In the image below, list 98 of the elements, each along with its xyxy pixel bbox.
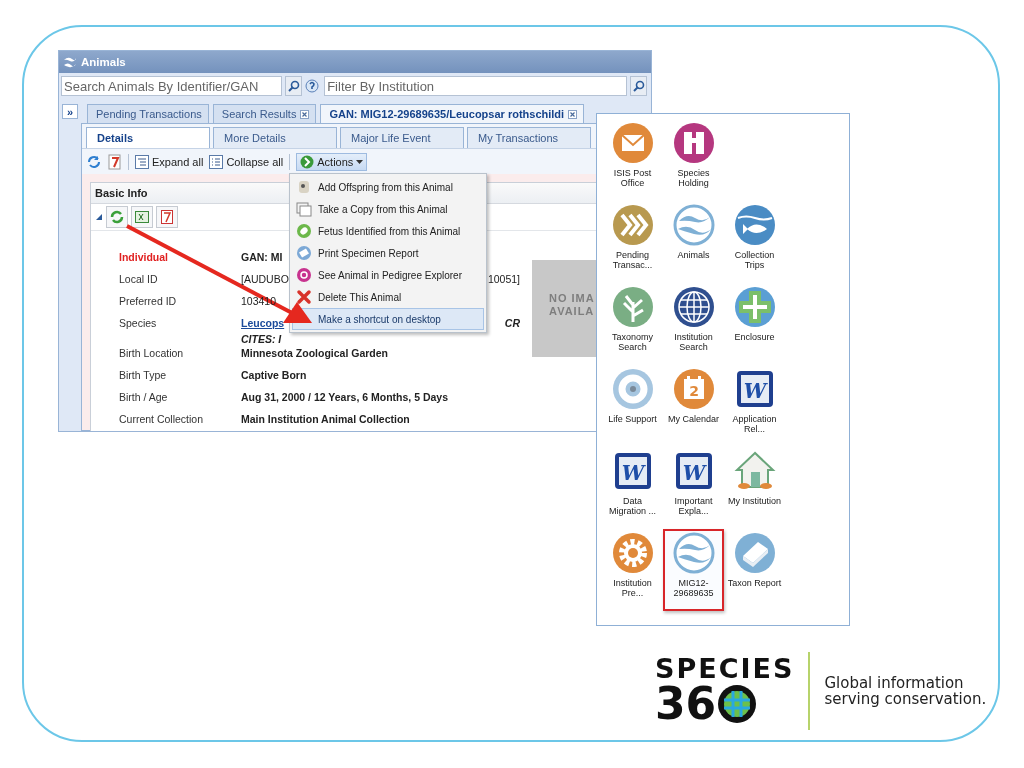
- book-icon: [733, 532, 776, 574]
- expand-all-button[interactable]: Expand all: [135, 154, 204, 169]
- desktop-shortcut[interactable]: MIG12-29689635: [663, 529, 724, 611]
- collapse-triangle-icon: [95, 213, 103, 221]
- desktop-shortcut[interactable]: ISIS Post Office: [602, 119, 663, 201]
- field-label: Individual: [119, 250, 168, 264]
- desktop-shortcut[interactable]: W Application Rel...: [724, 365, 785, 447]
- desktop-shortcut[interactable]: Animals: [663, 201, 724, 283]
- refresh-icon: [110, 210, 124, 224]
- desktop-shortcut[interactable]: Collection Trips: [724, 201, 785, 283]
- menu-item[interactable]: Delete This Animal: [292, 286, 484, 308]
- house-icon: [733, 450, 776, 492]
- waves-icon: [672, 532, 715, 574]
- field-label: Birth Type: [119, 368, 167, 382]
- species-link[interactable]: Leucops: [241, 316, 285, 330]
- field-value: 10051]: [487, 272, 520, 286]
- field-value: [AUDUBO: [241, 272, 289, 286]
- field-value: Minnesota Zoological Garden: [241, 346, 388, 360]
- calendar-icon: 2: [672, 368, 715, 410]
- spreadsheet-icon: [135, 211, 149, 223]
- search-icon: [632, 80, 645, 92]
- section-title: Basic Info: [95, 187, 148, 199]
- chevron-icon: [300, 154, 315, 169]
- refresh-button[interactable]: [86, 153, 102, 170]
- desktop-shortcut[interactable]: Institution Search: [663, 283, 724, 365]
- tree-icon: [611, 286, 654, 328]
- desktop-shortcut[interactable]: Pending Transac...: [602, 201, 663, 283]
- pedigree-icon: [296, 267, 312, 283]
- lifebuoy-icon: [611, 368, 654, 410]
- tab[interactable]: Major Life Event: [340, 127, 464, 148]
- menu-item[interactable]: Fetus Identified from this Animal: [292, 220, 484, 242]
- envelope-icon: [611, 122, 654, 164]
- desktop-shortcut[interactable]: Enclosure: [724, 283, 785, 365]
- search-button[interactable]: [630, 76, 647, 96]
- field-label: Preferred ID: [119, 294, 177, 308]
- caret-icon: [356, 159, 364, 164]
- collapse-all-button[interactable]: Collapse all: [209, 154, 284, 169]
- logo-number: 36: [655, 682, 717, 726]
- close-icon: [568, 109, 578, 119]
- field-value: Captive Born: [241, 368, 307, 382]
- copy-icon: [296, 201, 312, 217]
- excel-button[interactable]: [131, 206, 153, 228]
- tab[interactable]: GAN: MIG12-29689635/Leucopsar rothschildi: [320, 104, 585, 123]
- tab[interactable]: Details: [86, 127, 210, 148]
- window-title: Animals: [81, 56, 126, 68]
- field-label: Current Collection: [119, 412, 204, 426]
- field-value: GAN: MI: [241, 250, 283, 264]
- desktop-shortcut[interactable]: W Important Expla...: [663, 447, 724, 529]
- tab[interactable]: Search Results: [212, 104, 317, 123]
- expand-icon: [135, 154, 149, 169]
- refresh-button[interactable]: [106, 206, 128, 228]
- search-icon: [287, 80, 300, 92]
- desktop-shortcut[interactable]: Taxonomy Search: [602, 283, 663, 365]
- field-label: Local ID: [119, 272, 158, 286]
- field-value: CITES: I: [241, 332, 282, 346]
- list-icon: [209, 154, 224, 169]
- desktop-shortcut[interactable]: Life Support: [602, 365, 663, 447]
- filter-field[interactable]: Filter By Institution: [324, 76, 628, 96]
- field-label: Species: [119, 316, 157, 330]
- desktop-shortcut[interactable]: Taxon Report: [724, 529, 785, 611]
- tab[interactable]: More Details: [213, 127, 337, 148]
- tagline: Global information serving conservation.: [824, 675, 987, 707]
- tab[interactable]: My Transactions: [467, 127, 591, 148]
- search-button[interactable]: [285, 76, 303, 96]
- menu-item[interactable]: Make a shortcut on desktop: [292, 308, 484, 330]
- gear-icon: [611, 532, 654, 574]
- menu-item[interactable]: Add Offspring from this Animal: [292, 176, 484, 198]
- desktop-shortcut[interactable]: Institution Pre...: [602, 529, 663, 611]
- waves-icon: [672, 204, 715, 246]
- menu-item[interactable]: Print Specimen Report: [292, 242, 484, 264]
- cross-icon: [733, 286, 776, 328]
- search-field[interactable]: Search Animals By Identifier/GAN: [61, 76, 283, 96]
- desktop-shortcut[interactable]: Species Holding: [663, 119, 724, 201]
- delete-icon: [296, 289, 312, 305]
- logo-wordmark: SPECIES: [655, 656, 795, 682]
- desktop-shortcut[interactable]: W Data Migration ...: [602, 447, 663, 529]
- placeholder-text: NO IMA: [549, 292, 596, 304]
- expand-panel-button[interactable]: »: [62, 104, 78, 119]
- field-value: Aug 31, 2000 / 12 Years, 6 Months, 5 Days: [241, 390, 448, 404]
- fish-icon: [733, 204, 776, 246]
- tab[interactable]: Pending Transactions: [87, 104, 209, 123]
- menu-item[interactable]: Take a Copy from this Animal: [292, 198, 484, 220]
- field-value: CR: [504, 316, 520, 330]
- desktop-shortcut[interactable]: My Institution: [724, 447, 785, 529]
- pdf-button[interactable]: [156, 206, 178, 228]
- placeholder-text: AVAILA: [549, 305, 596, 317]
- chevrons-icon: [611, 204, 654, 246]
- menu-item[interactable]: See Animal in Pedigree Explorer: [292, 264, 484, 286]
- globe-icon: [672, 286, 715, 328]
- close-icon: [300, 109, 310, 119]
- desktop-shortcut[interactable]: 2 My Calendar: [663, 365, 724, 447]
- refresh-icon: [86, 153, 102, 170]
- field-label: Birth Location: [119, 346, 184, 360]
- globe-icon: [717, 684, 758, 724]
- field-label: Birth / Age: [119, 390, 168, 404]
- help-icon: [305, 79, 320, 93]
- actions-button[interactable]: Actions: [296, 152, 368, 171]
- field-value: Main Institution Animal Collection: [241, 412, 410, 426]
